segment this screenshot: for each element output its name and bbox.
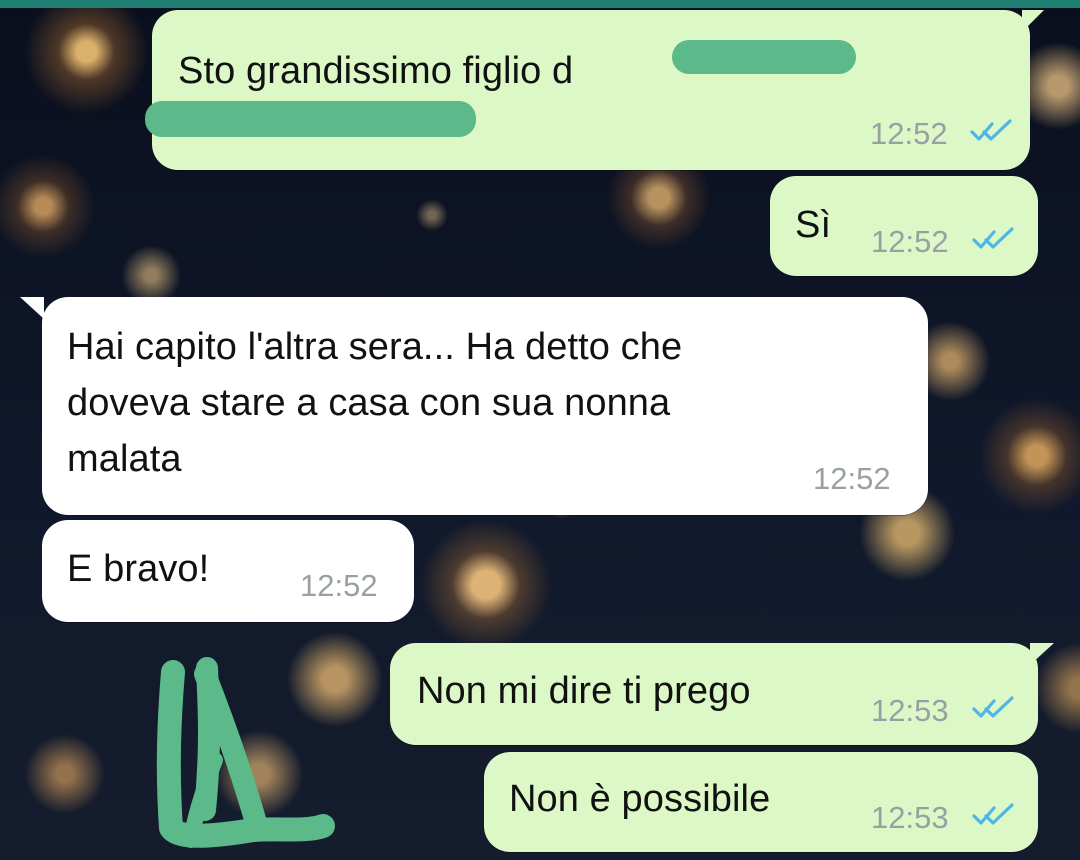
bubble-tail (1022, 10, 1044, 32)
message-time: 12:52 (300, 568, 378, 603)
bubble-tail (20, 297, 44, 319)
message-time: 12:52 (871, 224, 949, 259)
double-check-icon (972, 803, 1016, 827)
message-text: E bravo! (67, 548, 210, 590)
redaction-mark (672, 40, 856, 74)
message-text: Non è possibile (509, 778, 771, 820)
message-bubble-outgoing[interactable]: Non è possibile 12:53 (484, 752, 1038, 852)
message-text: Sì (795, 204, 832, 246)
chat-background: Sto grandissimo figlio d 12:52 Sì 12:52 … (0, 0, 1080, 860)
message-bubble-outgoing[interactable]: Non mi dire ti prego 12:53 (390, 643, 1038, 745)
header-bar-edge (0, 0, 1080, 8)
message-text: Non mi dire ti prego (417, 670, 751, 712)
redaction-mark (145, 101, 476, 137)
message-bubble-incoming[interactable]: E bravo! 12:52 (42, 520, 414, 622)
message-time: 12:52 (870, 116, 948, 151)
double-check-icon (972, 696, 1016, 720)
message-time: 12:53 (871, 693, 949, 728)
message-time: 12:52 (813, 461, 891, 496)
double-check-icon (970, 119, 1014, 143)
bubble-tail (1030, 643, 1054, 665)
message-bubble-outgoing[interactable]: Sì 12:52 (770, 176, 1038, 276)
message-bubble-incoming[interactable]: Hai capito l'altra sera... Ha detto che … (42, 297, 928, 515)
message-text: Sto grandissimo figlio d (178, 50, 574, 92)
double-check-icon (972, 227, 1016, 251)
message-bubble-outgoing[interactable]: Sto grandissimo figlio d 12:52 (152, 10, 1030, 170)
message-text: Hai capito l'altra sera... Ha detto che … (67, 326, 683, 480)
scribble-mark (156, 657, 335, 848)
message-time: 12:53 (871, 800, 949, 835)
